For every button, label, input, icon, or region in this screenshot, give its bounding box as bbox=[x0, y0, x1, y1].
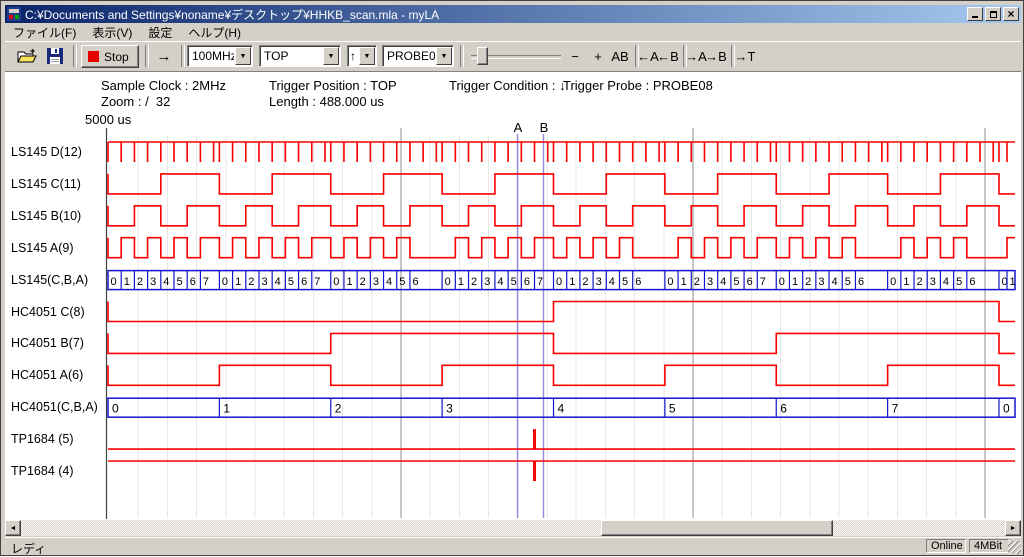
open-file-button[interactable] bbox=[15, 45, 39, 67]
toolbar: Stop → 100MHz ▼ TOP ▼ ↑ ▼ PROBE00 ▼ − + … bbox=[5, 41, 1021, 72]
save-file-button[interactable] bbox=[43, 45, 67, 67]
stop-icon bbox=[88, 51, 99, 62]
trigger-position-value: TOP bbox=[260, 49, 322, 63]
channel-label-7: HC4051 A(6) bbox=[11, 368, 83, 382]
stop-label: Stop bbox=[104, 50, 129, 64]
maximize-button[interactable] bbox=[985, 7, 1001, 21]
cursor-a-label[interactable]: A bbox=[512, 120, 524, 135]
length-text: Length : 488.000 us bbox=[269, 94, 384, 109]
maximize-icon bbox=[990, 11, 997, 18]
run-button[interactable]: → bbox=[151, 46, 177, 67]
app-icon bbox=[7, 7, 21, 21]
sample-clock-text: Sample Clock : 2MHz bbox=[101, 78, 226, 93]
channel-label-5: HC4051 C(8) bbox=[11, 305, 85, 319]
channel-label-1: LS145 C(11) bbox=[11, 177, 81, 191]
channel-label-6: HC4051 B(7) bbox=[11, 336, 84, 350]
move-cursor-a-button[interactable]: →A bbox=[685, 46, 707, 67]
goto-cursor-b-button[interactable]: ←B bbox=[657, 46, 679, 67]
minimize-button[interactable] bbox=[967, 7, 983, 21]
window-title: C:¥Documents and Settings¥noname¥デスクトップ¥… bbox=[25, 6, 965, 23]
trigger-probe-value: PROBE00 bbox=[383, 49, 435, 63]
horizontal-scrollbar[interactable]: ◄ ► bbox=[5, 520, 1021, 536]
status-ready-text: レディ bbox=[11, 540, 46, 557]
chevron-down-icon[interactable]: ▼ bbox=[323, 47, 339, 65]
scroll-left-button[interactable]: ◄ bbox=[5, 520, 21, 536]
move-cursor-b-button[interactable]: →B bbox=[705, 46, 727, 67]
waveform-client-area bbox=[5, 71, 1021, 520]
arrow-right-icon: ► bbox=[1010, 525, 1017, 532]
toolbar-separator bbox=[73, 45, 77, 67]
toolbar-separator bbox=[145, 45, 149, 67]
menu-settings[interactable]: 設定 bbox=[140, 23, 180, 42]
menu-view[interactable]: 表示(V) bbox=[84, 23, 140, 42]
trigger-edge-value: ↑ bbox=[348, 49, 358, 63]
save-floppy-icon bbox=[47, 48, 63, 64]
trigger-position-combo[interactable]: TOP ▼ bbox=[259, 45, 341, 67]
trigger-probe-text: Trigger Probe : PROBE08 bbox=[563, 78, 713, 93]
zoom-out-button[interactable]: − bbox=[566, 46, 584, 67]
scrollbar-thumb[interactable] bbox=[601, 520, 833, 536]
close-button[interactable]: × bbox=[1003, 7, 1019, 21]
trigger-probe-combo[interactable]: PROBE00 ▼ bbox=[382, 45, 454, 67]
scroll-right-button[interactable]: ► bbox=[1005, 520, 1021, 536]
chevron-down-icon[interactable]: ▼ bbox=[436, 47, 452, 65]
title-bar: C:¥Documents and Settings¥noname¥デスクトップ¥… bbox=[5, 5, 1021, 23]
cursor-b-label[interactable]: B bbox=[538, 120, 550, 135]
status-bar: レディ Online 4MBit bbox=[5, 537, 1021, 555]
toolbar-separator bbox=[181, 45, 185, 67]
resize-grip[interactable] bbox=[1008, 541, 1021, 554]
channel-label-9: TP1684 (5) bbox=[11, 432, 74, 446]
timebase-text: 5000 us bbox=[85, 112, 131, 127]
zoom-slider-thumb[interactable] bbox=[477, 47, 488, 65]
zoom-text: Zoom : / 32 bbox=[101, 94, 170, 109]
open-folder-icon bbox=[17, 49, 37, 64]
channel-label-10: TP1684 (4) bbox=[11, 464, 74, 478]
goto-trigger-button[interactable]: →T bbox=[734, 46, 756, 67]
sample-rate-value: 100MHz bbox=[188, 49, 234, 63]
trigger-edge-combo[interactable]: ↑ ▼ bbox=[347, 45, 377, 67]
chevron-down-icon[interactable]: ▼ bbox=[235, 47, 251, 65]
minimize-icon bbox=[972, 16, 978, 18]
zoom-in-button[interactable]: + bbox=[589, 46, 607, 67]
close-icon: × bbox=[1007, 9, 1014, 19]
channel-label-8: HC4051(C,B,A) bbox=[11, 400, 98, 414]
status-memory-badge: 4MBit bbox=[969, 539, 1009, 553]
channel-label-2: LS145 B(10) bbox=[11, 209, 81, 223]
menu-help[interactable]: ヘルプ(H) bbox=[180, 23, 249, 42]
toolbar-separator bbox=[460, 45, 464, 67]
arrow-left-icon: ◄ bbox=[10, 525, 17, 532]
chevron-down-icon[interactable]: ▼ bbox=[359, 47, 375, 65]
channel-label-3: LS145 A(9) bbox=[11, 241, 74, 255]
menu-bar: ファイル(F) 表示(V) 設定 ヘルプ(H) bbox=[5, 23, 1021, 41]
menu-file[interactable]: ファイル(F) bbox=[5, 23, 84, 42]
status-online-badge: Online bbox=[926, 539, 966, 553]
goto-cursor-a-button[interactable]: ←A bbox=[637, 46, 659, 67]
trigger-condition-text: Trigger Condition : ↓ bbox=[449, 78, 566, 93]
channel-label-0: LS145 D(12) bbox=[11, 145, 82, 159]
sample-rate-combo[interactable]: 100MHz ▼ bbox=[187, 45, 253, 67]
trigger-position-text: Trigger Position : TOP bbox=[269, 78, 397, 93]
app-window: C:¥Documents and Settings¥noname¥デスクトップ¥… bbox=[0, 0, 1024, 556]
stop-button[interactable]: Stop bbox=[81, 45, 139, 68]
ab-button[interactable]: AB bbox=[608, 46, 632, 67]
channel-label-4: LS145(C,B,A) bbox=[11, 273, 88, 287]
